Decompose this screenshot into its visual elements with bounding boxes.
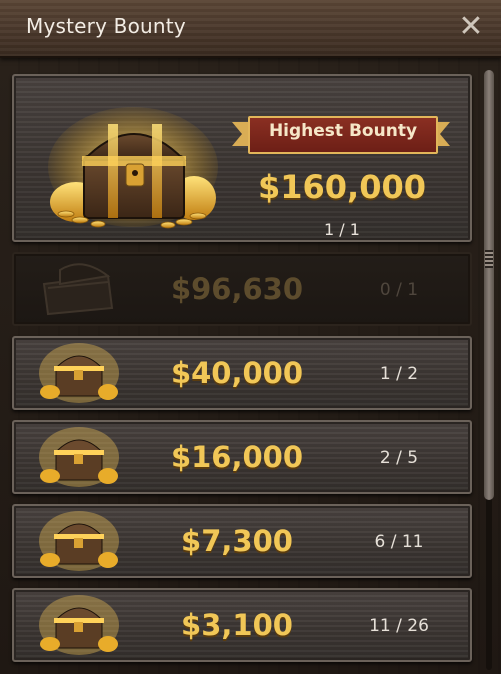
bounty-count: 0 / 1 [379,280,419,300]
treasure-chest-icon [39,343,119,403]
bounty-amount: $16,000 [170,440,304,474]
bounty-count: 2 / 5 [379,448,419,468]
bounty-count: 11 / 26 [369,616,429,636]
ribbon-label: Highest Bounty [268,121,418,141]
bounty-row[interactable]: $40,000 1 / 2 [12,336,472,410]
highest-bounty-ribbon: Highest Bounty [232,112,450,154]
empty-chest-icon [42,263,114,316]
bounty-count: 1 / 2 [379,364,419,384]
bounty-row[interactable]: $7,300 6 / 11 [12,504,472,578]
bounty-row[interactable]: $3,100 11 / 26 [12,588,472,662]
bounty-amount: $3,100 [181,608,293,642]
bounty-count: 6 / 11 [374,532,424,552]
scrollbar-grip-icon [485,250,493,268]
treasure-chest-icon [39,595,119,655]
bounty-row[interactable]: $16,000 2 / 5 [12,420,472,494]
window-title: Mystery Bounty [26,14,186,38]
mystery-bounty-panel: Mystery Bounty ✕ Highest Bounty $160,000… [0,0,501,674]
scrollbar-thumb[interactable] [484,70,494,500]
featured-amount: $160,000 [257,168,426,206]
scrollbar[interactable] [483,70,495,670]
treasure-chest-icon [39,427,119,487]
treasure-chest-icon [48,107,218,229]
bounty-row-claimed[interactable]: $96,630 0 / 1 [12,252,472,326]
treasure-chest-icon [39,511,119,571]
bounty-amount: $96,630 [170,272,304,306]
featured-count: 1 / 1 [324,220,360,239]
bounty-list[interactable]: Highest Bounty $160,000 1 / 1 $96,630 0 … [0,56,501,674]
bounty-amount: $7,300 [181,524,293,558]
title-bar: Mystery Bounty ✕ [0,0,501,58]
close-icon[interactable]: ✕ [455,10,487,44]
featured-bounty-card[interactable]: Highest Bounty $160,000 1 / 1 [12,74,472,242]
bounty-amount: $40,000 [170,356,304,390]
